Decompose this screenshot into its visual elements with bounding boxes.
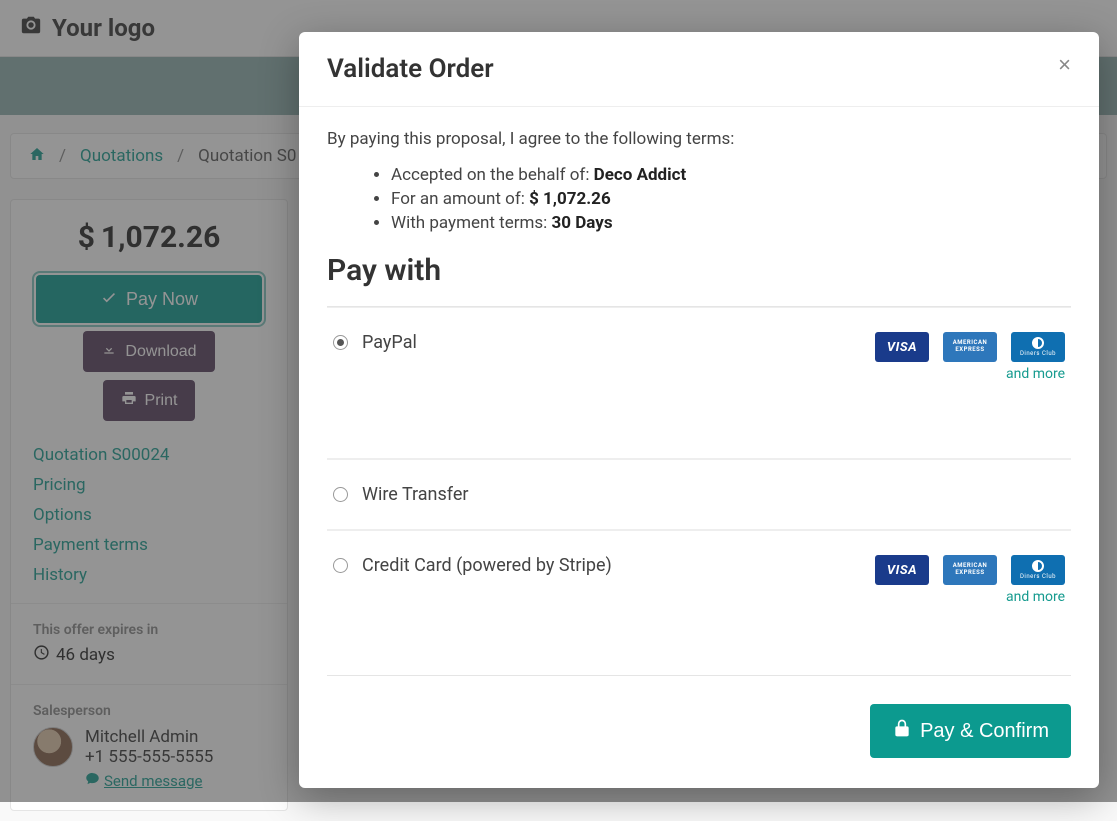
- diners-icon: Diners Club: [1011, 332, 1065, 362]
- radio-stripe[interactable]: [333, 558, 348, 573]
- payment-option-wire[interactable]: Wire Transfer: [327, 458, 1071, 529]
- term-payment: With payment terms: 30 Days: [391, 213, 1071, 233]
- modal-header: Validate Order ×: [299, 32, 1099, 107]
- amex-icon: AMERICAN EXPRESS: [943, 332, 997, 362]
- modal-footer: Pay & Confirm: [299, 684, 1099, 788]
- payment-option-stripe[interactable]: Credit Card (powered by Stripe) VISA AME…: [327, 529, 1071, 675]
- term-accepted-prefix: Accepted on the behalf of:: [391, 165, 594, 185]
- terms-intro: By paying this proposal, I agree to the …: [327, 129, 1071, 149]
- term-payment-prefix: With payment terms:: [391, 213, 552, 233]
- diners-icon: Diners Club: [1011, 555, 1065, 585]
- visa-icon: VISA: [875, 332, 929, 362]
- payment-label-stripe: Credit Card (powered by Stripe): [362, 555, 612, 576]
- term-accepted-value: Deco Addict: [594, 165, 687, 185]
- radio-paypal[interactable]: [333, 335, 348, 350]
- and-more-link[interactable]: and more: [1006, 366, 1065, 382]
- term-accepted: Accepted on the behalf of: Deco Addict: [391, 165, 1071, 185]
- modal-title: Validate Order: [327, 54, 494, 84]
- validate-order-modal: Validate Order × By paying this proposal…: [299, 32, 1099, 788]
- payment-method-list: PayPal VISA AMERICAN EXPRESS Diners Club…: [327, 306, 1071, 676]
- and-more-link[interactable]: and more: [1006, 589, 1065, 605]
- term-payment-value: 30 Days: [552, 213, 613, 233]
- term-amount-prefix: For an amount of:: [391, 189, 529, 209]
- payment-label-paypal: PayPal: [362, 332, 417, 353]
- pay-confirm-button[interactable]: Pay & Confirm: [870, 704, 1071, 758]
- visa-icon: VISA: [875, 555, 929, 585]
- cards-paypal: VISA AMERICAN EXPRESS Diners Club and mo…: [875, 332, 1065, 382]
- term-amount: For an amount of: $ 1,072.26: [391, 189, 1071, 209]
- payment-option-paypal[interactable]: PayPal VISA AMERICAN EXPRESS Diners Club…: [327, 307, 1071, 458]
- amex-icon: AMERICAN EXPRESS: [943, 555, 997, 585]
- terms-list: Accepted on the behalf of: Deco Addict F…: [327, 165, 1071, 233]
- close-icon[interactable]: ×: [1058, 54, 1071, 76]
- cards-stripe: VISA AMERICAN EXPRESS Diners Club and mo…: [875, 555, 1065, 605]
- lock-icon: [892, 718, 912, 744]
- radio-wire[interactable]: [333, 487, 348, 502]
- payment-label-wire: Wire Transfer: [362, 484, 468, 505]
- pay-confirm-label: Pay & Confirm: [920, 720, 1049, 743]
- term-amount-value: $ 1,072.26: [529, 189, 611, 209]
- pay-with-heading: Pay with: [327, 253, 1071, 288]
